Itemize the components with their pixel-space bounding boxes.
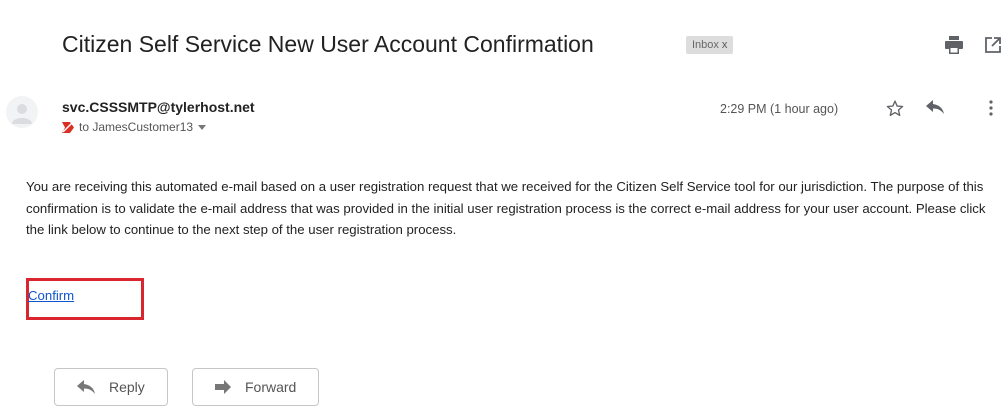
sender-avatar[interactable]: [6, 96, 38, 128]
inbox-label-chip[interactable]: Inbox x: [686, 36, 734, 54]
email-subject: Citizen Self Service New User Account Co…: [62, 31, 594, 57]
print-icon[interactable]: [944, 36, 964, 54]
email-timestamp: 2:29 PM (1 hour ago): [720, 102, 839, 116]
remove-label-icon[interactable]: x: [722, 39, 728, 51]
reply-icon[interactable]: [926, 100, 944, 115]
star-icon[interactable]: [886, 100, 904, 117]
email-body: You are receiving this automated e-mail …: [26, 179, 986, 237]
recipient-text: to JamesCustomer13: [79, 120, 194, 134]
recipient-line[interactable]: to JamesCustomer13: [62, 120, 207, 134]
inbox-label-text: Inbox: [692, 39, 719, 51]
sender-address[interactable]: svc.CSSSMTP@tylerhost.net: [62, 99, 255, 115]
forward-label: Forward: [245, 379, 297, 395]
confirm-link[interactable]: Confirm: [28, 288, 74, 303]
reply-icon: [77, 379, 95, 394]
reply-button[interactable]: Reply: [54, 368, 168, 406]
reply-label: Reply: [109, 379, 145, 395]
open-in-new-window-icon[interactable]: [984, 36, 1002, 54]
importance-marker-icon[interactable]: [62, 121, 74, 133]
avatar-icon: [12, 104, 32, 124]
forward-icon: [215, 380, 231, 394]
forward-button[interactable]: Forward: [192, 368, 320, 406]
chevron-down-icon[interactable]: [198, 124, 207, 130]
more-vert-icon[interactable]: [988, 100, 994, 116]
